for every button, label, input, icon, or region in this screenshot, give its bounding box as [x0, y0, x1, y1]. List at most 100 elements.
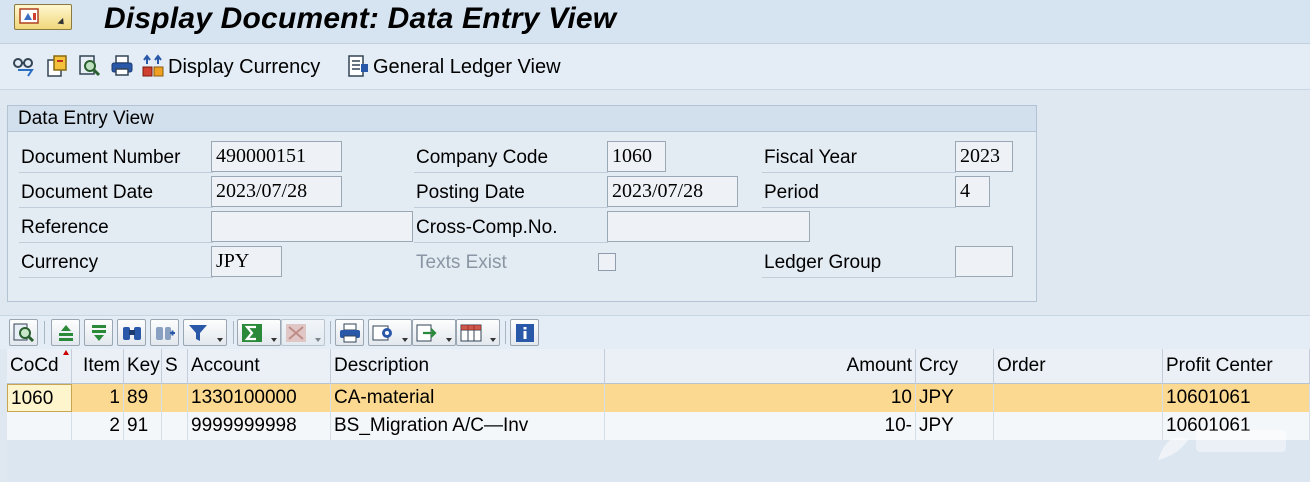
label-underline: [19, 242, 213, 243]
sum-icon: [242, 324, 262, 342]
toolbar-separator: [233, 321, 234, 344]
data-entry-view-group: Data Entry View Document Number 49000015…: [7, 105, 1037, 302]
chevron-down-icon: [315, 338, 321, 342]
details-button[interactable]: [9, 319, 38, 346]
search-document-icon[interactable]: [78, 54, 102, 78]
label-underline: [414, 242, 608, 243]
cell-description[interactable]: CA-material: [331, 384, 605, 412]
currency-field[interactable]: JPY: [211, 246, 282, 277]
binoculars-icon: [123, 327, 141, 340]
group-header: Data Entry View: [8, 106, 1036, 132]
toolbar-separator: [44, 321, 45, 344]
chevron-down-icon: [57, 17, 67, 28]
chevron-down-icon: [271, 338, 277, 342]
print-icon[interactable]: [110, 54, 134, 78]
fiscal-year-label: Fiscal Year: [764, 147, 857, 168]
group-title: Data Entry View: [18, 108, 154, 129]
document-number-field[interactable]: 490000151: [211, 141, 342, 172]
reference-label: Reference: [21, 217, 109, 238]
table-row[interactable]: 2 91 9999999998 BS_Migration A/C—Inv 10-…: [7, 412, 1310, 440]
find-button[interactable]: [117, 319, 146, 346]
column-header-amount[interactable]: Amount: [605, 349, 916, 384]
sort-indicator-icon: [63, 350, 69, 355]
column-header-description[interactable]: Description: [331, 349, 605, 384]
display-currency-icon[interactable]: [141, 54, 165, 78]
cell-amount[interactable]: 10: [605, 384, 916, 412]
views-button[interactable]: [368, 319, 412, 346]
sort-ascending-button[interactable]: [51, 319, 80, 346]
document-date-field[interactable]: 2023/07/28: [211, 176, 342, 207]
label-underline: [762, 172, 956, 173]
find-next-icon: [156, 327, 175, 340]
period-field[interactable]: 4: [955, 176, 990, 207]
period-label: Period: [764, 182, 819, 203]
print-preview-button[interactable]: [335, 319, 364, 346]
column-header-key[interactable]: Key: [124, 349, 162, 384]
cell-account[interactable]: 1330100000: [188, 384, 331, 412]
column-header-s[interactable]: S: [162, 349, 188, 384]
filter-icon: [189, 325, 207, 341]
chevron-down-icon: [490, 338, 496, 342]
cell-order[interactable]: [994, 384, 1163, 412]
table-row[interactable]: 1060 1 89 1330100000 CA-material 10 JPY …: [7, 384, 1310, 412]
cross-comp-no-field[interactable]: [607, 211, 810, 242]
cell-item[interactable]: 2: [72, 412, 124, 440]
column-header-account[interactable]: Account: [188, 349, 331, 384]
cell-account[interactable]: 9999999998: [188, 412, 331, 440]
cell-key[interactable]: 89: [124, 384, 162, 412]
document-number-label: Document Number: [21, 147, 181, 168]
display-currency-button[interactable]: Display Currency: [168, 56, 320, 79]
texts-exist-checkbox[interactable]: [598, 253, 616, 271]
subtotal-icon: [286, 324, 306, 342]
export-button[interactable]: [412, 319, 456, 346]
cell-profit-center[interactable]: 10601061: [1163, 384, 1310, 412]
fiscal-year-field[interactable]: 2023: [955, 141, 1013, 172]
total-button[interactable]: [237, 319, 281, 346]
find-next-button[interactable]: [150, 319, 179, 346]
subtotal-button: [281, 319, 325, 346]
label-underline: [414, 172, 608, 173]
filter-button[interactable]: [183, 319, 227, 346]
general-ledger-view-button[interactable]: General Ledger View: [373, 56, 561, 79]
sort-ascending-icon: [59, 325, 73, 341]
sort-descending-button[interactable]: [84, 319, 113, 346]
details-icon: [13, 323, 35, 343]
change-layout-button[interactable]: [456, 319, 500, 346]
chevron-down-icon: [217, 338, 223, 342]
document-date-label: Document Date: [21, 182, 154, 203]
document-overview-icon[interactable]: [45, 54, 69, 78]
company-code-field[interactable]: 1060: [607, 141, 666, 172]
cell-cocd[interactable]: 1060: [7, 384, 72, 412]
ledger-group-field[interactable]: [955, 246, 1013, 277]
column-header-profit-center[interactable]: Profit Center: [1163, 349, 1310, 384]
chevron-down-icon: [402, 338, 408, 342]
currency-label: Currency: [21, 252, 99, 273]
cell-description[interactable]: BS_Migration A/C—Inv: [331, 412, 605, 440]
cell-order[interactable]: [994, 412, 1163, 440]
reference-field[interactable]: [211, 211, 413, 242]
page-title: Display Document: Data Entry View: [104, 2, 617, 35]
cell-key[interactable]: 91: [124, 412, 162, 440]
system-menu-button[interactable]: [14, 4, 72, 30]
cell-cocd[interactable]: [7, 412, 72, 440]
column-header-item[interactable]: Item: [72, 349, 124, 384]
cell-s[interactable]: [162, 384, 188, 412]
cell-item[interactable]: 1: [72, 384, 124, 412]
toolbar-separator: [330, 321, 331, 344]
chevron-down-icon: [446, 338, 452, 342]
column-header-crcy[interactable]: Crcy: [916, 349, 994, 384]
line-items-grid: CoCd Item Key S Account Description Amou…: [7, 349, 1310, 482]
general-ledger-view-icon[interactable]: [346, 54, 370, 78]
glasses-display-icon[interactable]: [12, 54, 36, 78]
views-icon: [372, 325, 392, 341]
posting-date-label: Posting Date: [416, 182, 525, 203]
print-preview-icon: [340, 323, 360, 343]
cell-crcy[interactable]: JPY: [916, 384, 994, 412]
posting-date-field[interactable]: 2023/07/28: [607, 176, 738, 207]
column-header-order[interactable]: Order: [994, 349, 1163, 384]
information-button[interactable]: [510, 319, 539, 346]
cell-crcy[interactable]: JPY: [916, 412, 994, 440]
cell-s[interactable]: [162, 412, 188, 440]
cell-amount[interactable]: 10-: [605, 412, 916, 440]
company-code-label: Company Code: [416, 147, 549, 168]
